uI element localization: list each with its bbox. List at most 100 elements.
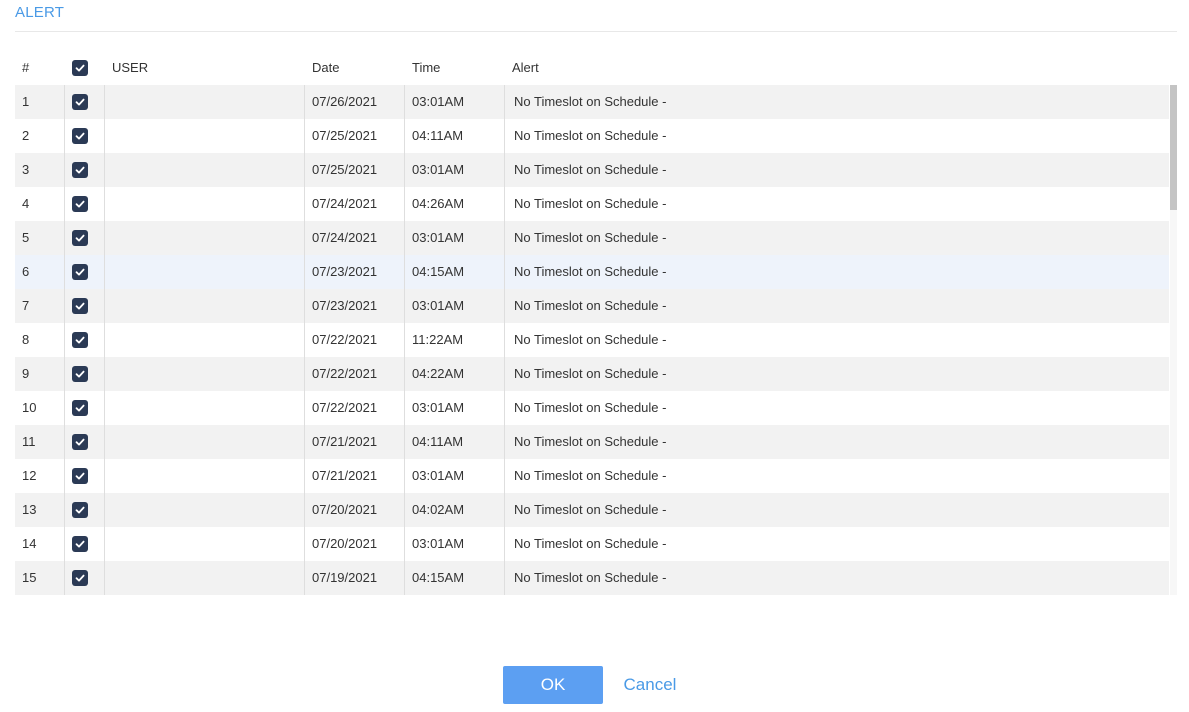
row-number: 1 [15,85,65,119]
row-alert: No Timeslot on Schedule - [514,468,667,483]
row-number: 8 [15,323,65,357]
row-checkbox[interactable] [72,536,88,552]
table-row[interactable]: 6 07/23/2021 04:15AM No Timeslot on Schedul… [15,255,1169,289]
table-row[interactable]: 8 07/22/2021 11:22AM No Timeslot on Schedul… [15,323,1169,357]
row-alert: No Timeslot on Schedule - [514,196,667,211]
row-user [105,289,305,323]
row-checkbox-cell [65,289,105,323]
row-user [105,153,305,187]
checkmark-icon [75,268,85,276]
row-checkbox-cell [65,459,105,493]
row-date: 07/20/2021 [305,493,405,527]
row-number: 3 [15,153,65,187]
row-checkbox[interactable] [72,94,88,110]
row-date: 07/21/2021 [305,459,405,493]
checkmark-icon [75,540,85,548]
row-date: 07/24/2021 [305,221,405,255]
row-date: 07/22/2021 [305,391,405,425]
row-alert: No Timeslot on Schedule - [514,366,667,381]
table-row[interactable]: 2 07/25/2021 04:11AM No Timeslot on Schedul… [15,119,1169,153]
table-row[interactable]: 13 07/20/2021 04:02AM No Timeslot on Schedu… [15,493,1169,527]
row-checkbox-cell [65,221,105,255]
row-time: 04:11AM [405,425,505,459]
column-header-date[interactable]: Date [312,51,339,85]
row-number: 2 [15,119,65,153]
row-time: 04:02AM [405,493,505,527]
table-row[interactable]: 15 07/19/2021 04:15AM No Timeslot on Schedu… [15,561,1169,595]
row-alert: No Timeslot on Schedule - [514,264,667,279]
checkbox-checked-icon [72,60,88,76]
row-checkbox[interactable] [72,230,88,246]
table-row[interactable]: 10 07/22/2021 03:01AM No Timeslot on Schedu… [15,391,1169,425]
table-row[interactable]: 1 07/26/2021 03:01AM No Timeslot on Schedul… [15,85,1169,119]
row-user [105,221,305,255]
row-date: 07/19/2021 [305,561,405,595]
row-checkbox[interactable] [72,468,88,484]
row-checkbox[interactable] [72,570,88,586]
row-number: 9 [15,357,65,391]
column-header-number: # [22,60,30,75]
ok-button[interactable]: OK [503,666,603,704]
row-alert: No Timeslot on Schedule - [514,570,667,585]
row-user [105,425,305,459]
row-alert: No Timeslot on Schedule - [514,536,667,551]
cancel-button[interactable]: Cancel [614,666,686,704]
row-checkbox[interactable] [72,196,88,212]
row-alert: No Timeslot on Schedule - [514,434,667,449]
table-row[interactable]: 11 07/21/2021 04:11AM No Timeslot on Schedu… [15,425,1169,459]
row-number: 5 [15,221,65,255]
row-alert: No Timeslot on Schedule - [514,162,667,177]
row-checkbox-cell [65,255,105,289]
row-number: 10 [15,391,65,425]
column-header-alert[interactable]: Alert [512,51,539,85]
row-time: 04:22AM [405,357,505,391]
checkmark-icon [75,506,85,514]
row-checkbox[interactable] [72,502,88,518]
row-user [105,527,305,561]
row-checkbox-cell [65,323,105,357]
row-alert: No Timeslot on Schedule - [514,400,667,415]
row-date: 07/23/2021 [305,255,405,289]
table-row[interactable]: 5 07/24/2021 03:01AM No Timeslot on Schedul… [15,221,1169,255]
row-number: 13 [15,493,65,527]
table-row[interactable]: 9 07/22/2021 04:22AM No Timeslot on Schedul… [15,357,1169,391]
row-date: 07/24/2021 [305,187,405,221]
row-checkbox[interactable] [72,332,88,348]
row-alert: No Timeslot on Schedule - [514,128,667,143]
row-checkbox-cell [65,357,105,391]
checkmark-icon [75,574,85,582]
scrollbar-thumb[interactable] [1170,85,1177,210]
row-checkbox-cell [65,153,105,187]
title-divider [15,31,1177,32]
row-checkbox[interactable] [72,366,88,382]
row-checkbox[interactable] [72,298,88,314]
row-checkbox-cell [65,119,105,153]
row-time: 11:22AM [405,323,505,357]
row-time: 03:01AM [405,289,505,323]
row-user [105,187,305,221]
table-row[interactable]: 7 07/23/2021 03:01AM No Timeslot on Schedul… [15,289,1169,323]
row-checkbox[interactable] [72,128,88,144]
row-time: 03:01AM [405,527,505,561]
row-alert: No Timeslot on Schedule - [514,94,667,109]
table-row[interactable]: 12 07/21/2021 03:01AM No Timeslot on Schedu… [15,459,1169,493]
row-time: 03:01AM [405,221,505,255]
row-checkbox-cell [65,85,105,119]
row-checkbox[interactable] [72,400,88,416]
row-number: 4 [15,187,65,221]
table-row[interactable]: 4 07/24/2021 04:26AM No Timeslot on Schedul… [15,187,1169,221]
row-number: 15 [15,561,65,595]
row-checkbox[interactable] [72,434,88,450]
row-checkbox-cell [65,391,105,425]
row-checkbox[interactable] [72,264,88,280]
column-header-time[interactable]: Time [412,51,440,85]
checkmark-icon [75,404,85,412]
row-alert: No Timeslot on Schedule - [514,230,667,245]
column-header-user[interactable]: USER [112,51,148,85]
table-row[interactable]: 14 07/20/2021 03:01AM No Timeslot on Schedu… [15,527,1169,561]
table-row[interactable]: 3 07/25/2021 03:01AM No Timeslot on Schedul… [15,153,1169,187]
row-time: 04:11AM [405,119,505,153]
row-checkbox[interactable] [72,162,88,178]
row-date: 07/25/2021 [305,119,405,153]
checkmark-icon [75,132,85,140]
